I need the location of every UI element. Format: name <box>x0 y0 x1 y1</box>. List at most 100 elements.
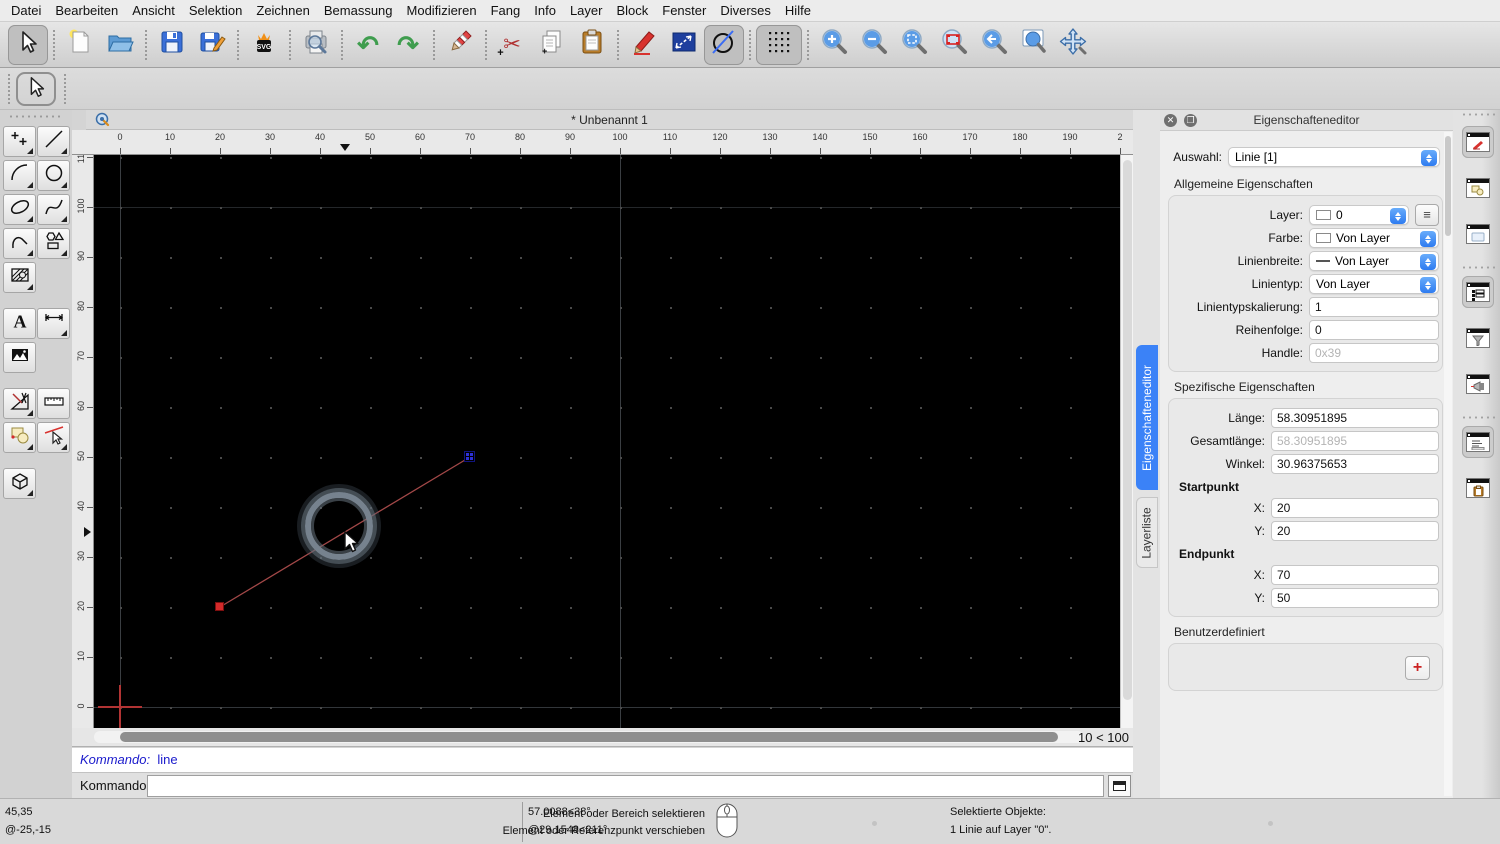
menu-item-fenster[interactable]: Fenster <box>655 0 713 22</box>
layer-menu-button[interactable]: ≡ <box>1415 204 1439 226</box>
general-properties-group: Layer: 0 ≡ Farbe: Von Layer Linienbreite… <box>1168 195 1443 372</box>
menu-item-ansicht[interactable]: Ansicht <box>125 0 182 22</box>
library-browser-dock-button[interactable] <box>1462 218 1494 250</box>
layer-dropdown[interactable]: 0 <box>1309 205 1409 225</box>
menu-item-modifizieren[interactable]: Modifizieren <box>400 0 484 22</box>
hruler-tick <box>170 148 171 154</box>
tab-eigenschafteneditor[interactable]: Eigenschafteneditor <box>1136 345 1158 490</box>
cut-button[interactable]: ✂ + <box>492 25 532 65</box>
linewidth-dropdown[interactable]: Von Layer <box>1309 251 1439 271</box>
clipboard-viewer-dock-button[interactable] <box>1462 472 1494 504</box>
circle-tool-button[interactable] <box>37 160 70 191</box>
line-tool-button[interactable] <box>37 126 70 157</box>
linetype-dropdown[interactable]: Von Layer <box>1309 274 1439 294</box>
property-editor-dock-button[interactable] <box>1462 276 1494 308</box>
hruler-label: 160 <box>912 132 928 142</box>
command-input[interactable] <box>147 775 1104 797</box>
zoom-auto-button[interactable] <box>894 25 934 65</box>
save-file-button[interactable] <box>152 25 192 65</box>
text-tool-button[interactable]: A <box>3 308 36 339</box>
pointer-tool-button[interactable] <box>8 24 48 65</box>
menu-item-diverses[interactable]: Diverses <box>713 0 778 22</box>
length-input[interactable]: 58.30951895 <box>1271 408 1439 428</box>
panel-scrollbar[interactable] <box>1444 132 1452 796</box>
selection-pointer-button[interactable] <box>16 72 56 106</box>
command-history-dock-button[interactable] <box>1462 426 1494 458</box>
selection-filter-dock-button[interactable] <box>1462 322 1494 354</box>
spline-tool-button[interactable] <box>37 194 70 225</box>
polyline-tool-button[interactable] <box>3 228 36 259</box>
hruler-tick <box>420 148 421 154</box>
line-entity[interactable] <box>94 155 1120 728</box>
start-x-input[interactable]: 20 <box>1271 498 1439 518</box>
zoom-window-button[interactable] <box>1014 25 1054 65</box>
ellipse-tool-button[interactable] <box>3 194 36 225</box>
block-tool-button[interactable] <box>3 422 36 453</box>
add-custom-property-button[interactable]: + <box>1405 656 1430 680</box>
drawing-preferences-dock-button[interactable] <box>1462 126 1494 158</box>
vertical-scrollbar[interactable] <box>1120 155 1133 728</box>
snap-grid-button[interactable] <box>756 24 802 65</box>
restrict-off-button[interactable] <box>704 24 744 65</box>
new-document-button[interactable] <box>60 25 100 65</box>
zoom-previous-button[interactable] <box>974 25 1014 65</box>
dock-handle[interactable] <box>8 115 64 118</box>
paste-button[interactable] <box>572 25 612 65</box>
order-input[interactable]: 0 <box>1309 320 1439 340</box>
redo-button[interactable]: ↷ <box>388 25 428 65</box>
measure-tool-button[interactable] <box>3 388 36 419</box>
hatch-tool-button[interactable] <box>3 262 36 293</box>
save-as-button[interactable] <box>192 25 232 65</box>
menu-item-datei[interactable]: Datei <box>4 0 48 22</box>
end-x-input[interactable]: 70 <box>1271 565 1439 585</box>
modify-tool-button[interactable] <box>37 422 70 453</box>
open-file-button[interactable] <box>100 25 140 65</box>
menu-item-zeichnen[interactable]: Zeichnen <box>249 0 316 22</box>
menu-item-info[interactable]: Info <box>527 0 563 22</box>
zoom-in-button[interactable] <box>814 25 854 65</box>
horizontal-scrollbar-thumb[interactable] <box>120 732 1058 742</box>
menu-item-block[interactable]: Block <box>609 0 655 22</box>
command-dock-toggle-button[interactable] <box>1108 775 1131 797</box>
menu-item-hilfe[interactable]: Hilfe <box>778 0 818 22</box>
tab-layerliste[interactable]: Layerliste <box>1136 497 1158 568</box>
restrict-orthogonal-button[interactable] <box>664 25 704 65</box>
start-point-handle[interactable] <box>215 602 224 611</box>
image-tool-button[interactable] <box>3 342 36 373</box>
end-y-input[interactable]: 50 <box>1271 588 1439 608</box>
menu-item-bemassung[interactable]: Bemassung <box>317 0 400 22</box>
snap-range-indicator <box>305 492 373 560</box>
zoom-out-button[interactable] <box>854 25 894 65</box>
vertical-scrollbar-thumb[interactable] <box>1123 160 1132 700</box>
svg-export-button[interactable]: SVG <box>244 25 284 65</box>
edit-pencil-button[interactable] <box>624 25 664 65</box>
viewport-dock-button[interactable] <box>1462 368 1494 400</box>
copy-button[interactable]: + <box>532 25 572 65</box>
ruler-tool-button[interactable] <box>37 388 70 419</box>
start-y-input[interactable]: 20 <box>1271 521 1439 541</box>
zoom-selection-button[interactable] <box>934 25 974 65</box>
box3d-tool-button[interactable] <box>3 468 36 499</box>
delete-eraser-button[interactable] <box>440 25 480 65</box>
selection-dropdown[interactable]: Linie [1] <box>1228 147 1440 167</box>
menu-item-bearbeiten[interactable]: Bearbeiten <box>48 0 125 22</box>
undo-button[interactable]: ↶ <box>348 25 388 65</box>
block-list-dock-button[interactable] <box>1462 172 1494 204</box>
pan-button[interactable] <box>1054 25 1094 65</box>
drawing-canvas[interactable] <box>94 155 1120 728</box>
arc-tool-button[interactable] <box>3 160 36 191</box>
vruler-tick <box>87 657 93 658</box>
dimension-tool-button[interactable] <box>37 308 70 339</box>
shapes-tool-button[interactable] <box>37 228 70 259</box>
color-dropdown[interactable]: Von Layer <box>1309 228 1439 248</box>
menu-item-fang[interactable]: Fang <box>484 0 528 22</box>
dock-handle[interactable] <box>1461 113 1495 116</box>
points-tool-button[interactable] <box>3 126 36 157</box>
menu-item-selektion[interactable]: Selektion <box>182 0 249 22</box>
linetypescale-input[interactable]: 1 <box>1309 297 1439 317</box>
toolbar-separator <box>749 29 751 60</box>
menu-item-layer[interactable]: Layer <box>563 0 610 22</box>
angle-input[interactable]: 30.96375653 <box>1271 454 1439 474</box>
end-point-handle[interactable] <box>464 451 475 462</box>
print-preview-button[interactable] <box>296 25 336 65</box>
